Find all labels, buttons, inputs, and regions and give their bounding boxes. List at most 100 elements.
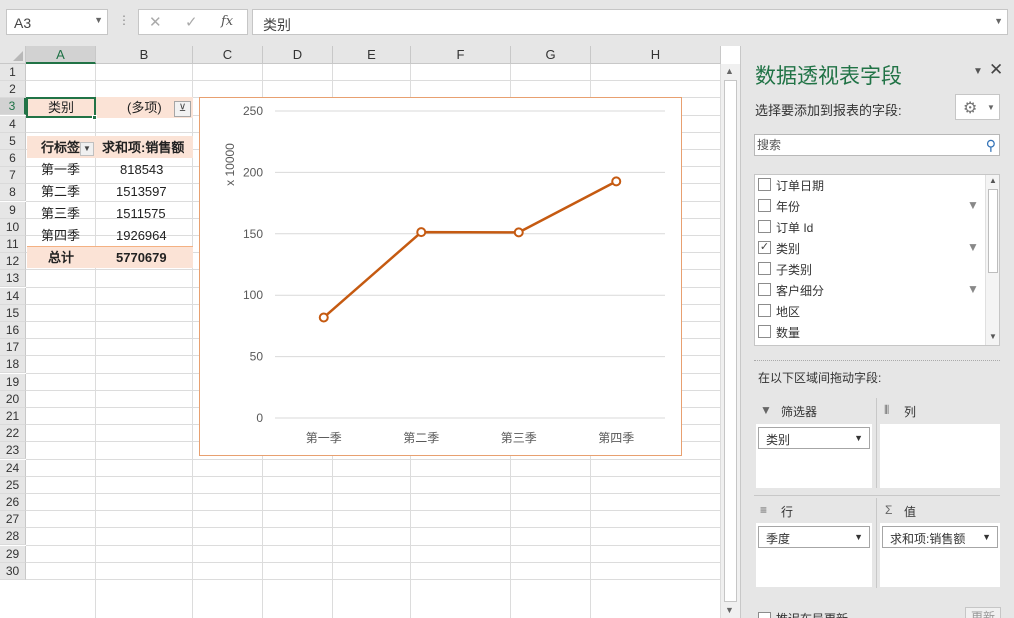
pivot-row-value[interactable]: 1513597 (116, 183, 167, 200)
pivot-filter-value[interactable]: (多项) (127, 99, 162, 116)
values-field-chip[interactable]: 求和项:销售额 ▼ (882, 526, 998, 548)
field-checkbox[interactable]: ✓ (758, 241, 771, 254)
column-header-h[interactable]: H (591, 46, 721, 64)
row-header-15[interactable]: 15 (0, 304, 26, 322)
search-icon[interactable]: ⚲ (986, 137, 996, 154)
select-all-button[interactable] (0, 46, 26, 64)
column-header-d[interactable]: D (263, 46, 333, 64)
row-header-21[interactable]: 21 (0, 408, 26, 425)
row-header-3[interactable]: 3 (0, 98, 26, 116)
field-checkbox[interactable] (758, 199, 771, 212)
row-header-13[interactable]: 13 (0, 270, 26, 288)
pivot-row-label[interactable]: 第二季 (41, 183, 80, 200)
row-header-23[interactable]: 23 (0, 442, 26, 460)
row-header-28[interactable]: 28 (0, 528, 26, 546)
pivot-value-header[interactable]: 求和项:销售额 (102, 139, 184, 156)
chevron-down-icon[interactable]: ▼ (854, 433, 863, 443)
pivot-row-value[interactable]: 1926964 (116, 227, 167, 244)
pivot-row-label[interactable]: 第一季 (41, 161, 80, 178)
pivot-row-header[interactable]: 行标签 (41, 139, 80, 156)
pivot-row-value[interactable]: 818543 (120, 161, 163, 178)
row-header-2[interactable]: 2 (0, 81, 26, 99)
row-header-9[interactable]: 9 (0, 201, 26, 219)
row-header-1[interactable]: 1 (0, 64, 26, 81)
column-header-b[interactable]: B (96, 46, 193, 64)
row-header-6[interactable]: 6 (0, 150, 26, 167)
row-header-24[interactable]: 24 (0, 459, 26, 477)
field-checkbox[interactable] (758, 178, 771, 191)
field-search-box[interactable]: ⚲ (754, 134, 1000, 156)
row-header-4[interactable]: 4 (0, 115, 26, 133)
columns-area[interactable] (880, 424, 1000, 488)
rows-field-chip[interactable]: 季度 ▼ (758, 526, 870, 548)
field-item-客户细分[interactable]: 客户细分 ▼ (755, 280, 983, 301)
scroll-up-icon[interactable]: ▲ (725, 66, 734, 76)
filter-icon[interactable]: ▼ (967, 282, 979, 296)
row-header-22[interactable]: 22 (0, 425, 26, 443)
defer-update-checkbox[interactable] (758, 612, 771, 618)
pivot-row-value[interactable]: 1511575 (116, 205, 166, 222)
field-item-子类别[interactable]: 子类别 (755, 259, 983, 280)
filters-field-chip[interactable]: 类别 ▼ (758, 427, 870, 449)
vertical-scrollbar[interactable]: ▲ ▼ (720, 64, 740, 618)
row-header-17[interactable]: 17 (0, 339, 26, 357)
row-header-30[interactable]: 30 (0, 562, 26, 580)
row-header-25[interactable]: 25 (0, 476, 26, 494)
tools-button[interactable]: ⚙ ▼ (955, 94, 1000, 120)
row-header-18[interactable]: 18 (0, 356, 26, 374)
row-header-12[interactable]: 12 (0, 253, 26, 271)
close-icon[interactable]: ✕ (989, 60, 1003, 80)
column-header-e[interactable]: E (333, 46, 411, 64)
field-checkbox[interactable] (758, 220, 771, 233)
row-header-8[interactable]: 8 (0, 184, 26, 202)
scroll-down-icon[interactable]: ▼ (989, 332, 997, 341)
field-checkbox[interactable] (758, 283, 771, 296)
field-item-订单日期[interactable]: 订单日期 (755, 175, 983, 196)
row-header-10[interactable]: 10 (0, 218, 26, 236)
filter-icon[interactable]: ▼ (967, 198, 979, 212)
field-list-scrollbar[interactable]: ▲ ▼ (985, 175, 999, 345)
row-header-16[interactable]: 16 (0, 322, 26, 339)
column-header-a[interactable]: A (26, 46, 96, 64)
fill-handle[interactable] (92, 115, 97, 120)
column-header-c[interactable]: C (193, 46, 263, 64)
row-label-dropdown-icon[interactable]: ▼ (80, 142, 94, 156)
chevron-down-icon[interactable]: ▼ (982, 532, 991, 542)
expand-formula-icon[interactable]: ▼ (994, 16, 1003, 26)
field-item-订单id[interactable]: 订单 Id (755, 217, 983, 238)
filter-icon[interactable]: ⊻ (174, 101, 191, 117)
pane-menu-icon[interactable]: ▼ (973, 66, 983, 77)
row-header-5[interactable]: 5 (0, 132, 26, 150)
row-header-20[interactable]: 20 (0, 390, 26, 408)
pane-divider[interactable] (754, 360, 1000, 362)
field-checkbox[interactable] (758, 304, 771, 317)
field-checkbox[interactable] (758, 262, 771, 275)
field-checkbox[interactable] (758, 325, 771, 338)
cancel-icon[interactable]: ✕ (149, 13, 162, 31)
search-input[interactable] (757, 137, 977, 153)
pivot-total-value[interactable]: 5770679 (116, 249, 167, 266)
chevron-down-icon[interactable]: ▼ (94, 15, 103, 25)
update-button[interactable]: 更新 (965, 607, 1001, 618)
scrollbar-thumb[interactable] (988, 189, 998, 273)
pivot-row-label[interactable]: 第三季 (41, 205, 80, 222)
row-header-26[interactable]: 26 (0, 494, 26, 511)
scroll-up-icon[interactable]: ▲ (989, 176, 997, 185)
worksheet[interactable]: ABCDEFGH 1 2 3 4 5 6 7 8 9 10 11 12 13 14 15 16 17 18 19 20… (0, 46, 740, 618)
column-header-f[interactable]: F (411, 46, 511, 64)
field-item-类别[interactable]: ✓ 类别 ▼ (755, 238, 983, 259)
insert-function-icon[interactable]: fx (221, 14, 233, 29)
pivot-row-label[interactable]: 第四季 (41, 227, 80, 244)
pivot-chart[interactable]: 0 50 100 150 200 250 x 10000 第一季 第二季 第三季 第四季 (199, 97, 682, 456)
chevron-down-icon[interactable]: ▼ (854, 532, 863, 542)
pivot-total-label[interactable]: 总计 (48, 249, 74, 266)
scrollbar-thumb[interactable] (724, 80, 737, 602)
field-list[interactable]: 订单日期 年份 ▼ 订单 Id ✓ 类别 ▼ 子类别 客户细分 ▼ 地区 数量 … (754, 174, 1000, 346)
row-header-7[interactable]: 7 (0, 167, 26, 185)
field-item-地区[interactable]: 地区 (755, 301, 983, 322)
row-header-11[interactable]: 11 (0, 236, 26, 253)
field-item-数量[interactable]: 数量 (755, 322, 983, 343)
row-header-29[interactable]: 29 (0, 545, 26, 563)
filter-icon[interactable]: ▼ (967, 240, 979, 254)
enter-icon[interactable]: ✓ (185, 13, 198, 31)
